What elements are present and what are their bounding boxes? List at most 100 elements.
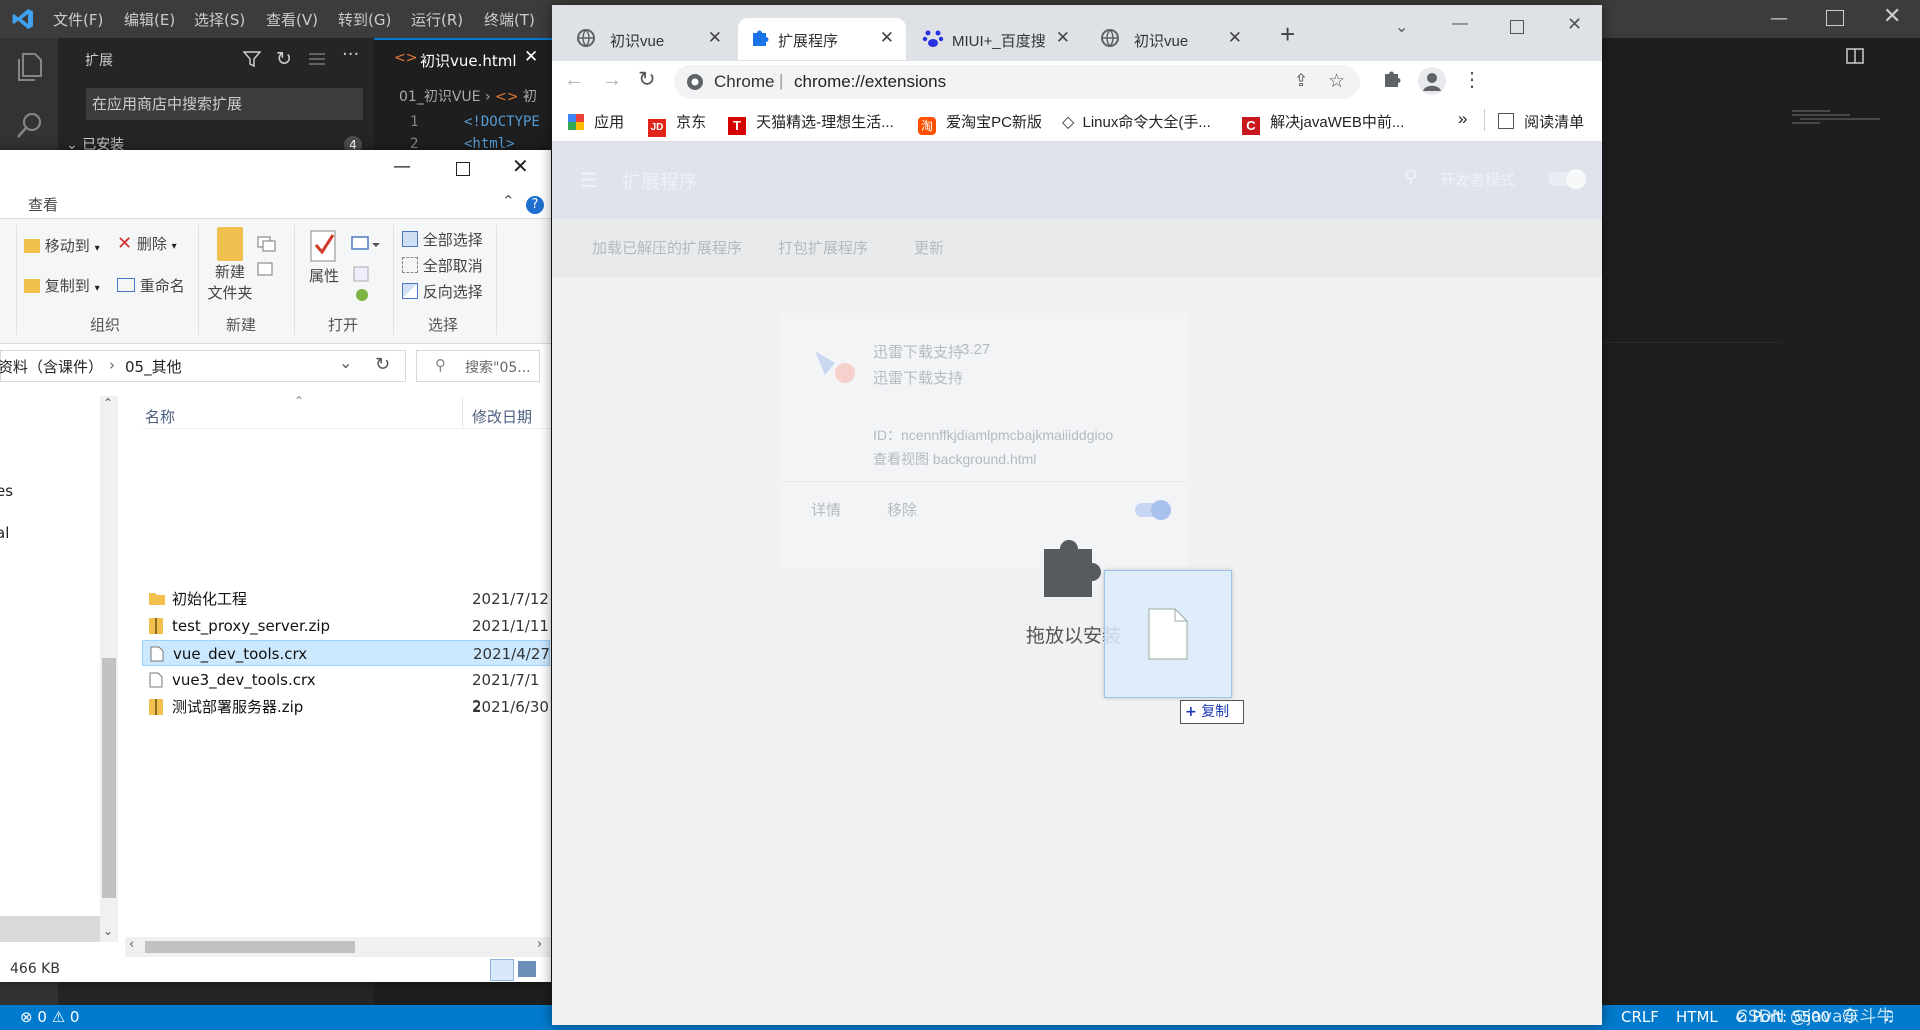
tab-search-icon[interactable]: ⌄: [1395, 17, 1408, 37]
chrome-close-button[interactable]: ✕: [1567, 14, 1582, 35]
editor-tab-close-icon[interactable]: ✕: [524, 47, 538, 67]
omnibox[interactable]: Chrome | chrome://extensions ⇪ ☆: [674, 65, 1360, 99]
file-list-horizontal-scrollbar[interactable]: ‹ ›: [125, 937, 550, 957]
file-row[interactable]: vue3_dev_tools.crx 2021/7/1 2: [142, 667, 550, 715]
explorer-files-icon[interactable]: [15, 52, 43, 82]
breadcrumb-folder[interactable]: 01_初识VUE: [399, 89, 480, 105]
bookmark-linux[interactable]: ◇ Linux命令大全(手...: [1062, 111, 1211, 132]
large-icons-view-icon[interactable]: [518, 961, 536, 977]
chrome-tab-1-active[interactable]: 扩展程序 ✕: [738, 18, 906, 60]
chrome-minimize-button[interactable]: —: [1452, 15, 1468, 33]
extension-inspect-views[interactable]: 查看视图 background.html: [873, 449, 1036, 469]
nav-scrollbar-thumb[interactable]: [102, 658, 116, 898]
tab-close-icon[interactable]: ✕: [1228, 28, 1242, 48]
vscode-close-button[interactable]: ✕: [1883, 4, 1901, 29]
profile-avatar-icon[interactable]: [1418, 67, 1446, 95]
scroll-up-icon[interactable]: ⌃: [103, 396, 113, 410]
rename-button[interactable]: 重命名: [117, 275, 185, 296]
address-bar[interactable]: 资料（含课件） › 05_其他 ⌄ ↻: [0, 350, 406, 382]
more-bookmarks-icon[interactable]: »: [1458, 109, 1467, 129]
breadcrumb-parent[interactable]: 资料（含课件）: [0, 356, 103, 377]
vscode-menu-view[interactable]: 查看(V): [266, 9, 318, 30]
extensions-puzzle-icon[interactable]: [1382, 69, 1402, 89]
ribbon-tab-view[interactable]: 查看: [28, 194, 58, 215]
vscode-menu-terminal[interactable]: 终端(T): [484, 9, 535, 30]
file-row[interactable]: 初始化工程 2021/7/12: [142, 586, 550, 612]
clear-list-icon[interactable]: [308, 52, 326, 66]
load-unpacked-button[interactable]: 加载已解压的扩展程序: [592, 237, 742, 258]
bookmark-jd[interactable]: JD 京东: [648, 111, 706, 137]
tab-close-icon[interactable]: ✕: [708, 28, 722, 48]
file-row[interactable]: test_proxy_server.zip 2021/1/11: [142, 613, 550, 639]
scroll-left-icon[interactable]: ‹: [129, 937, 134, 952]
refresh-icon[interactable]: ↻: [276, 48, 292, 70]
pack-extension-button[interactable]: 打包扩展程序: [778, 237, 868, 258]
bookmark-aitaobao[interactable]: 淘 爱淘宝PC新版: [918, 111, 1042, 135]
chrome-tab-0[interactable]: 初识vue ✕: [562, 18, 734, 60]
details-view-icon[interactable]: [490, 959, 514, 981]
vscode-menu-go[interactable]: 转到(G): [338, 9, 391, 30]
new-item-icon[interactable]: [256, 235, 284, 279]
delete-button[interactable]: ✕ 删除 ▾: [117, 233, 177, 254]
back-icon[interactable]: ←: [564, 69, 584, 92]
chrome-tab-3[interactable]: 初识vue ✕: [1086, 18, 1254, 60]
problems-indicator[interactable]: ⊗ 0 ⚠ 0: [20, 1008, 79, 1026]
vscode-menu-edit[interactable]: 编辑(E): [124, 9, 175, 30]
tab-close-icon[interactable]: ✕: [880, 28, 894, 48]
eol-indicator[interactable]: CRLF: [1621, 1008, 1659, 1026]
explorer-maximize-button[interactable]: [456, 162, 470, 176]
vscode-menu-run[interactable]: 运行(R): [411, 9, 463, 30]
nav-item-fragment[interactable]: al: [0, 524, 9, 542]
language-indicator[interactable]: HTML: [1676, 1008, 1718, 1026]
properties-button[interactable]: 属性: [302, 229, 346, 286]
ribbon-collapse-icon[interactable]: ⌃: [502, 192, 515, 210]
new-folder-button[interactable]: 新建 文件夹: [204, 227, 256, 303]
nav-item-fragment[interactable]: es: [0, 482, 13, 500]
select-all-button[interactable]: 全部选择: [402, 229, 483, 250]
code-line[interactable]: <!DOCTYPE: [464, 114, 540, 130]
chrome-menu-icon[interactable]: ⋮: [1462, 67, 1482, 92]
chrome-tab-2[interactable]: MIUI+_百度搜 ✕: [910, 18, 1082, 60]
editor-tab-active[interactable]: <> 初识vue.html ✕: [374, 38, 554, 82]
breadcrumb-current[interactable]: 05_其他: [125, 356, 182, 377]
share-icon[interactable]: ⇪: [1294, 71, 1308, 91]
file-row[interactable]: vue_dev_tools.crx 2021/4/27: [142, 640, 550, 666]
bookmark-javaweb[interactable]: C 解决javaWEB中前...: [1242, 111, 1404, 135]
extension-search-input[interactable]: 在应用商店中搜索扩展: [86, 88, 363, 120]
help-icon[interactable]: ?: [526, 196, 544, 214]
minimap[interactable]: [1790, 107, 1900, 129]
select-none-button[interactable]: 全部取消: [402, 255, 483, 276]
more-actions-icon[interactable]: ···: [342, 44, 359, 65]
search-icon[interactable]: [15, 110, 45, 140]
file-row[interactable]: 测试部署服务器.zip 2021/6/30: [142, 694, 550, 720]
filter-icon[interactable]: [243, 50, 261, 68]
dev-mode-toggle[interactable]: [1548, 169, 1586, 189]
tab-close-icon[interactable]: ✕: [1056, 28, 1070, 48]
details-button[interactable]: 详情: [811, 499, 841, 520]
hamburger-menu-icon[interactable]: ☰: [580, 168, 598, 193]
column-header-date[interactable]: 修改日期: [472, 406, 532, 427]
reading-list-button[interactable]: 阅读清单: [1498, 111, 1584, 132]
search-icon[interactable]: ⚲: [1404, 166, 1418, 189]
bookmark-star-icon[interactable]: ☆: [1328, 70, 1345, 93]
nav-horizontal-scroll-area[interactable]: [0, 916, 100, 942]
vscode-restore-button[interactable]: [1826, 10, 1844, 26]
vscode-minimize-button[interactable]: —: [1770, 8, 1788, 29]
refresh-icon[interactable]: ↻: [375, 354, 390, 375]
forward-icon[interactable]: →: [602, 69, 622, 92]
update-button[interactable]: 更新: [914, 237, 944, 258]
copy-to-button[interactable]: 复制到 ▾: [24, 275, 100, 296]
reload-icon[interactable]: ↻: [638, 67, 656, 92]
vscode-menu-selection[interactable]: 选择(S): [194, 9, 245, 30]
remove-button[interactable]: 移除: [887, 499, 917, 520]
split-editor-icon[interactable]: [1846, 48, 1864, 64]
column-header-name[interactable]: 名称: [145, 406, 175, 427]
new-tab-button[interactable]: +: [1280, 19, 1295, 50]
scroll-down-icon[interactable]: ⌄: [103, 924, 113, 938]
vscode-menu-file[interactable]: 文件(F): [53, 9, 103, 30]
explorer-close-button[interactable]: ✕: [512, 154, 529, 178]
navigation-pane[interactable]: es al ⌃ ⌄: [0, 396, 120, 942]
explorer-search-input[interactable]: ⚲ 搜索"05...: [416, 350, 540, 382]
bookmark-tmall[interactable]: T 天猫精选-理想生活...: [728, 111, 894, 135]
move-to-button[interactable]: 移动到 ▾: [24, 235, 100, 256]
